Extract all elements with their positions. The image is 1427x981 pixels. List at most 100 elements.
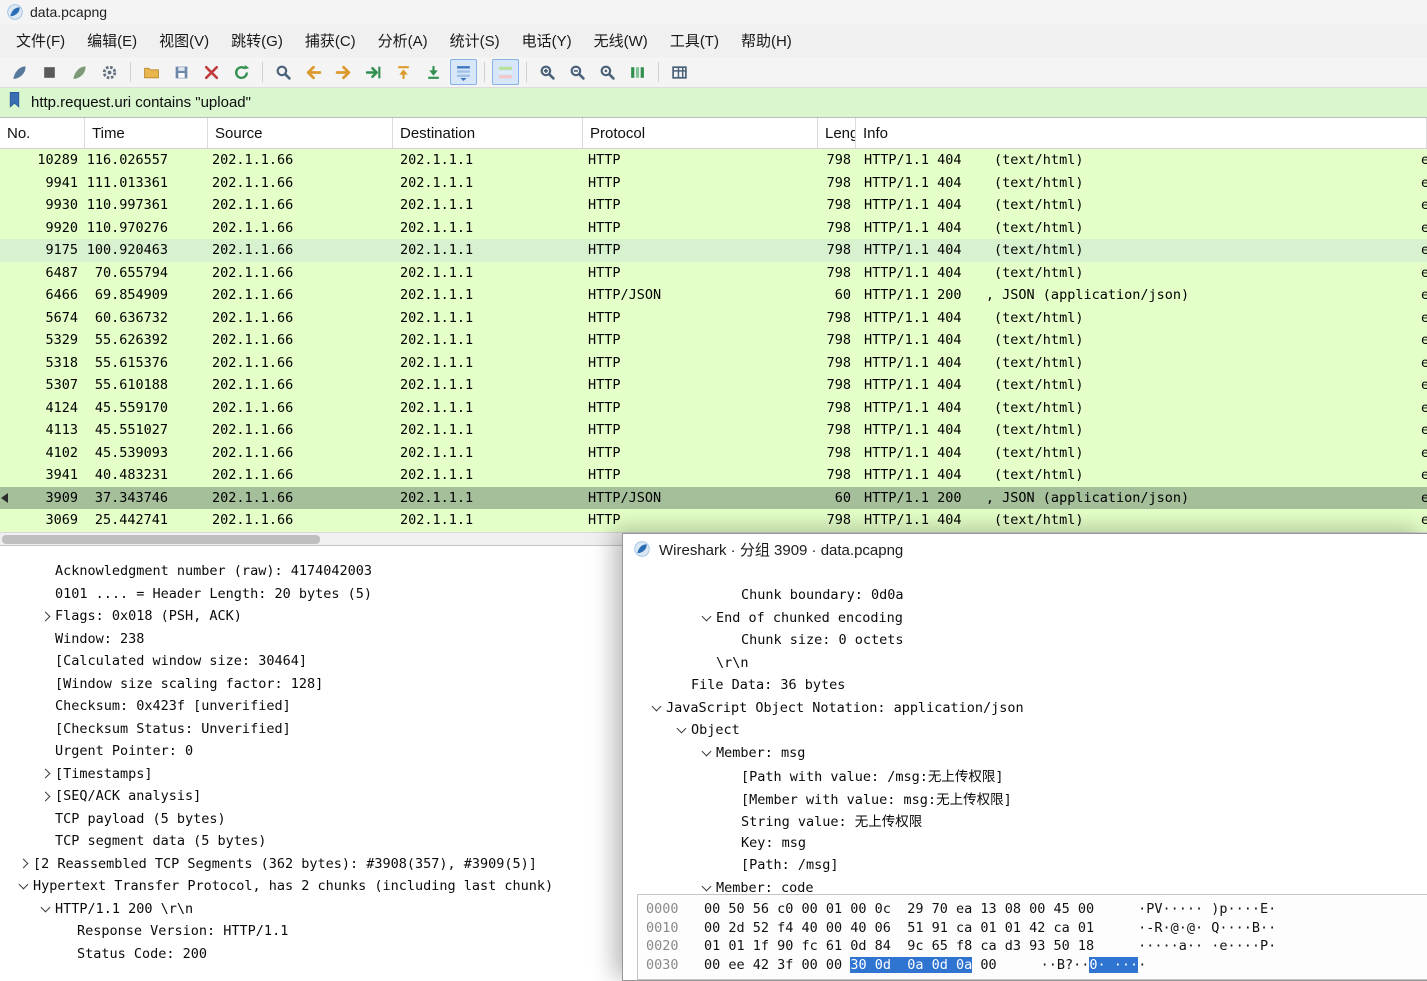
menu-item-10[interactable]: 帮助(H) — [730, 25, 803, 56]
chevron-right-icon[interactable] — [36, 768, 55, 779]
chevron-right-icon[interactable] — [14, 858, 33, 869]
tree-item[interactable]: Chunk size: 0 octets — [623, 629, 1427, 652]
chevron-down-icon[interactable] — [697, 611, 716, 622]
tree-item[interactable]: Response Version: HTTP/1.1 — [0, 920, 622, 943]
go-top-button[interactable] — [390, 59, 417, 85]
go-back-button[interactable] — [300, 59, 327, 85]
filter-bar[interactable]: http.request.uri contains "upload" — [0, 88, 1427, 118]
tree-item[interactable]: TCP payload (5 bytes) — [0, 808, 622, 831]
column-header-time[interactable]: Time — [85, 118, 208, 148]
tree-item[interactable]: Hypertext Transfer Protocol, has 2 chunk… — [0, 875, 622, 898]
menu-item-6[interactable]: 统计(S) — [439, 25, 511, 56]
packet-row-6487[interactable]: 6487 70.655794 202.1.1.66 202.1.1.1 HTTP 798 H… — [0, 261, 1427, 284]
go-forward-button[interactable] — [330, 59, 357, 85]
open-file-button[interactable] — [138, 59, 165, 85]
packet-row-3941[interactable]: 3941 40.483231 202.1.1.66 202.1.1.1 HTTP 798 H… — [0, 464, 1427, 487]
tree-item[interactable]: HTTP/1.1 200 \r\n — [0, 898, 622, 921]
tree-item[interactable]: Flags: 0x018 (PSH, ACK) — [0, 605, 622, 628]
filter-bookmark-icon[interactable] — [7, 91, 22, 114]
zoom-out-button[interactable] — [564, 59, 591, 85]
packet-row-4124[interactable]: 4124 45.559170 202.1.1.66 202.1.1.1 HTTP 798 H… — [0, 396, 1427, 419]
tree-item[interactable]: [Window size scaling factor: 128] — [0, 673, 622, 696]
tree-item[interactable]: Chunk boundary: 0d0a — [623, 584, 1427, 607]
tree-item[interactable]: [Calculated window size: 30464] — [0, 650, 622, 673]
tree-item[interactable]: String value: 无上传权限 — [623, 809, 1427, 832]
hex-row-0010[interactable]: 0010 00 2d 52 f4 40 00 40 06 51 91 ca 01 … — [646, 919, 1427, 938]
packet-row-5307[interactable]: 5307 55.610188 202.1.1.66 202.1.1.1 HTTP 798 H… — [0, 374, 1427, 397]
scrollbar-thumb[interactable] — [2, 535, 320, 544]
capture-restart-button[interactable] — [66, 59, 93, 85]
filter-input[interactable]: http.request.uri contains "upload" — [31, 94, 251, 111]
menu-item-3[interactable]: 跳转(G) — [220, 25, 294, 56]
packet-row-4113[interactable]: 4113 45.551027 202.1.1.66 202.1.1.1 HTTP 798 H… — [0, 419, 1427, 442]
tree-item[interactable]: Object — [623, 719, 1427, 742]
packet-row-5329[interactable]: 5329 55.626392 202.1.1.66 202.1.1.1 HTTP 798 H… — [0, 329, 1427, 352]
hex-row-0000[interactable]: 0000 00 50 56 c0 00 01 00 0c 29 70 ea 13 … — [646, 900, 1427, 919]
chevron-down-icon[interactable] — [672, 723, 691, 734]
tree-item[interactable]: Acknowledgment number (raw): 4174042003 — [0, 560, 622, 583]
packet-row-6466[interactable]: 6466 69.854909 202.1.1.66 202.1.1.1 HTTP/JSO… — [0, 284, 1427, 307]
zoom-reset-button[interactable] — [594, 59, 621, 85]
column-header-lengt[interactable]: Lengt — [818, 118, 856, 148]
find-packet-button[interactable] — [270, 59, 297, 85]
menu-item-4[interactable]: 捕获(C) — [294, 25, 367, 56]
tree-item[interactable]: [Checksum Status: Unverified] — [0, 718, 622, 741]
menu-item-0[interactable]: 文件(F) — [5, 25, 76, 56]
packet-row-5674[interactable]: 5674 60.636732 202.1.1.66 202.1.1.1 HTTP 798 H… — [0, 306, 1427, 329]
tree-item[interactable]: TCP segment data (5 bytes) — [0, 830, 622, 853]
column-header-protocol[interactable]: Protocol — [583, 118, 818, 148]
tree-item[interactable]: 0101 .... = Header Length: 20 bytes (5) — [0, 583, 622, 606]
packet-row-9175[interactable]: 9175 100.920463 202.1.1.66 202.1.1.1 HTTP 798… — [0, 239, 1427, 262]
tree-item[interactable]: Checksum: 0x423f [unverified] — [0, 695, 622, 718]
chevron-right-icon[interactable] — [36, 611, 55, 622]
tree-item[interactable]: Status Code: 200 — [0, 943, 622, 966]
menu-item-9[interactable]: 工具(T) — [659, 25, 730, 56]
packet-row-10289[interactable]: 10289 116.026557 202.1.1.66 202.1.1.1 HTTP 79… — [0, 149, 1427, 172]
zoom-in-button[interactable] — [534, 59, 561, 85]
packet-row-3909[interactable]: 3909 37.343746 202.1.1.66 202.1.1.1 HTTP/JSO… — [0, 486, 1427, 509]
capture-options-button[interactable] — [96, 59, 123, 85]
column-header-info[interactable]: Info — [856, 118, 1427, 148]
packet-row-4102[interactable]: 4102 45.539093 202.1.1.66 202.1.1.1 HTTP 798 H… — [0, 441, 1427, 464]
tree-item[interactable]: File Data: 36 bytes — [623, 674, 1427, 697]
columns-pref-button[interactable] — [666, 59, 693, 85]
go-bottom-button[interactable] — [420, 59, 447, 85]
capture-stop-button[interactable] — [36, 59, 63, 85]
tree-item[interactable]: Member: msg — [623, 742, 1427, 765]
auto-scroll-button[interactable] — [450, 59, 477, 85]
menu-item-8[interactable]: 无线(W) — [583, 25, 659, 56]
save-file-button[interactable] — [168, 59, 195, 85]
menu-item-7[interactable]: 电话(Y) — [511, 25, 583, 56]
column-header-no[interactable]: No. — [0, 118, 85, 148]
hex-row-0030[interactable]: 0030 00 ee 42 3f 00 00 30 0d 0a 0d 0a 00 ·… — [646, 956, 1427, 975]
menu-item-5[interactable]: 分析(A) — [367, 25, 439, 56]
chevron-down-icon[interactable] — [14, 879, 33, 890]
packet-row-5318[interactable]: 5318 55.615376 202.1.1.66 202.1.1.1 HTTP 798 H… — [0, 351, 1427, 374]
colorize-button[interactable] — [492, 59, 519, 85]
packet-row-9930[interactable]: 9930 110.997361 202.1.1.66 202.1.1.1 HTTP 798… — [0, 194, 1427, 217]
tree-item[interactable]: [Timestamps] — [0, 763, 622, 786]
reload-button[interactable] — [228, 59, 255, 85]
tree-item[interactable]: End of chunked encoding — [623, 607, 1427, 630]
resize-columns-button[interactable] — [624, 59, 651, 85]
close-file-button[interactable] — [198, 59, 225, 85]
tree-item[interactable]: [Path with value: /msg:无上传权限] — [623, 764, 1427, 787]
chevron-down-icon[interactable] — [647, 701, 666, 712]
chevron-down-icon[interactable] — [697, 746, 716, 757]
packet-row-3069[interactable]: 3069 25.442741 202.1.1.66 202.1.1.1 HTTP 798 H… — [0, 509, 1427, 532]
column-header-source[interactable]: Source — [208, 118, 393, 148]
tree-item[interactable]: [2 Reassembled TCP Segments (362 bytes):… — [0, 853, 622, 876]
tree-item[interactable]: [SEQ/ACK analysis] — [0, 785, 622, 808]
go-to-packet-button[interactable] — [360, 59, 387, 85]
packet-row-9941[interactable]: 9941 111.013361 202.1.1.66 202.1.1.1 HTTP 798… — [0, 171, 1427, 194]
tree-item[interactable]: [Path: /msg] — [623, 854, 1427, 877]
tree-item[interactable]: Urgent Pointer: 0 — [0, 740, 622, 763]
menu-item-1[interactable]: 编辑(E) — [76, 25, 148, 56]
chevron-right-icon[interactable] — [36, 791, 55, 802]
chevron-down-icon[interactable] — [36, 902, 55, 913]
column-header-destination[interactable]: Destination — [393, 118, 583, 148]
tree-item[interactable]: Key: msg — [623, 832, 1427, 855]
chevron-down-icon[interactable] — [697, 881, 716, 892]
popup-title-bar[interactable]: Wireshark · 分组 3909 · data.pcapng — [623, 534, 1427, 564]
tree-item[interactable]: [Member with value: msg:无上传权限] — [623, 787, 1427, 810]
